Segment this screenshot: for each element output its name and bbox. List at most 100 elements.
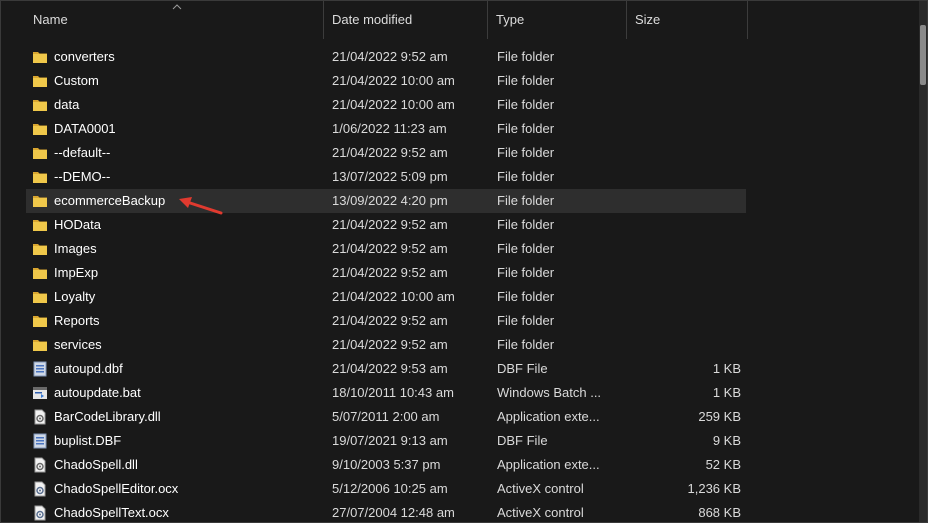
file-row[interactable]: services 21/04/2022 9:52 am File folder — [1, 333, 919, 357]
file-size — [629, 189, 741, 213]
folder-icon — [32, 217, 48, 233]
folder-icon — [32, 169, 48, 185]
file-name[interactable]: ChadoSpellEditor.ocx — [54, 477, 178, 501]
folder-icon — [32, 49, 48, 65]
folder-icon — [32, 121, 48, 137]
file-row[interactable]: ChadoSpellEditor.ocx 5/12/2006 10:25 am Ac… — [1, 477, 919, 501]
file-type: File folder — [497, 217, 555, 232]
file-name[interactable]: Images — [54, 237, 97, 261]
file-type: File folder — [497, 289, 555, 304]
file-size — [629, 309, 741, 333]
column-header-date-modified[interactable]: Date modified — [324, 1, 487, 39]
folder-icon — [32, 313, 48, 329]
file-size — [629, 261, 741, 285]
file-name[interactable]: autoupdate.bat — [54, 381, 141, 405]
file-row[interactable]: --default-- 21/04/2022 9:52 am File folder — [1, 141, 919, 165]
file-row[interactable]: ChadoSpellText.ocx 27/07/2004 12:48 am Act… — [1, 501, 919, 522]
dll-file-icon — [32, 457, 48, 473]
file-name[interactable]: --default-- — [54, 141, 110, 165]
file-type: File folder — [497, 313, 555, 328]
file-name[interactable]: Reports — [54, 309, 100, 333]
file-date-modified: 27/07/2004 12:48 am — [332, 505, 455, 520]
file-type: File folder — [497, 73, 555, 88]
scrollbar-thumb[interactable] — [920, 25, 926, 85]
file-name[interactable]: Custom — [54, 69, 99, 93]
file-name[interactable]: buplist.DBF — [54, 429, 121, 453]
column-header-bar: Name Date modified Type Size — [1, 1, 919, 39]
file-date-modified: 13/07/2022 5:09 pm — [332, 169, 448, 184]
file-type: Windows Batch ... — [497, 385, 602, 400]
file-size — [629, 213, 741, 237]
file-type: DBF File — [497, 361, 548, 376]
file-type: Application exte... — [497, 409, 600, 424]
file-row[interactable]: Loyalty 21/04/2022 10:00 am File folder — [1, 285, 919, 309]
file-type: Application exte... — [497, 457, 600, 472]
folder-icon — [32, 337, 48, 353]
dll-file-icon — [32, 409, 48, 425]
file-date-modified: 21/04/2022 9:53 am — [332, 361, 448, 376]
dbf-file-icon — [32, 361, 48, 377]
file-name[interactable]: BarCodeLibrary.dll — [54, 405, 161, 429]
file-date-modified: 21/04/2022 9:52 am — [332, 145, 448, 160]
folder-icon — [32, 193, 48, 209]
file-name[interactable]: autoupd.dbf — [54, 357, 123, 381]
file-date-modified: 19/07/2021 9:13 am — [332, 433, 448, 448]
file-row[interactable]: ImpExp 21/04/2022 9:52 am File folder — [1, 261, 919, 285]
column-header-name[interactable]: Name — [25, 1, 323, 39]
file-size: 1 KB — [712, 385, 741, 400]
file-name[interactable]: data — [54, 93, 79, 117]
file-row[interactable]: autoupdate.bat 18/10/2011 10:43 am Windows… — [1, 381, 919, 405]
file-row[interactable]: ChadoSpell.dll 9/10/2003 5:37 pm Applicati… — [1, 453, 919, 477]
file-name[interactable]: ImpExp — [54, 261, 98, 285]
file-row[interactable]: DATA0001 1/06/2022 11:23 am File folder — [1, 117, 919, 141]
file-row[interactable]: --DEMO-- 13/07/2022 5:09 pm File folder — [1, 165, 919, 189]
file-row[interactable]: autoupd.dbf 21/04/2022 9:53 am DBF File 1 K… — [1, 357, 919, 381]
file-size — [629, 165, 741, 189]
file-row[interactable]: converters 21/04/2022 9:52 am File folder — [1, 45, 919, 69]
file-date-modified: 9/10/2003 5:37 pm — [332, 457, 441, 472]
file-date-modified: 21/04/2022 10:00 am — [332, 73, 455, 88]
dbf-file-icon — [32, 433, 48, 449]
file-name[interactable]: ChadoSpellText.ocx — [54, 501, 169, 522]
file-name[interactable]: --DEMO-- — [54, 165, 110, 189]
file-size — [629, 141, 741, 165]
file-size: 52 KB — [705, 457, 741, 472]
file-date-modified: 21/04/2022 10:00 am — [332, 97, 455, 112]
file-name[interactable]: converters — [54, 45, 115, 69]
file-row[interactable]: HOData 21/04/2022 9:52 am File folder — [1, 213, 919, 237]
column-header-size[interactable]: Size — [627, 1, 747, 39]
file-row[interactable]: ecommerceBackup 13/09/2022 4:20 pm File fo… — [1, 189, 919, 213]
folder-icon — [32, 97, 48, 113]
file-row[interactable]: Reports 21/04/2022 9:52 am File folder — [1, 309, 919, 333]
folder-icon — [32, 289, 48, 305]
file-size: 868 KB — [698, 505, 741, 520]
file-type: ActiveX control — [497, 481, 584, 496]
ocx-file-icon — [32, 481, 48, 497]
file-date-modified: 18/10/2011 10:43 am — [332, 385, 454, 400]
file-name[interactable]: DATA0001 — [54, 117, 116, 141]
file-size — [629, 93, 741, 117]
file-name[interactable]: ecommerceBackup — [54, 189, 165, 213]
file-row[interactable]: BarCodeLibrary.dll 5/07/2011 2:00 am Appli… — [1, 405, 919, 429]
file-name[interactable]: Loyalty — [54, 285, 95, 309]
file-row[interactable]: buplist.DBF 19/07/2021 9:13 am DBF File 9 K… — [1, 429, 919, 453]
file-size: 259 KB — [698, 409, 741, 424]
file-date-modified: 1/06/2022 11:23 am — [332, 121, 447, 136]
batch-file-icon — [32, 385, 48, 401]
file-explorer-window: Name Date modified Type Size converters 2… — [0, 0, 928, 523]
file-row[interactable]: Images 21/04/2022 9:52 am File folder — [1, 237, 919, 261]
file-type: File folder — [497, 49, 555, 64]
file-size: 1,236 KB — [687, 481, 742, 496]
vertical-scrollbar[interactable] — [919, 1, 927, 522]
column-divider[interactable] — [747, 1, 748, 39]
file-type: File folder — [497, 193, 555, 208]
file-name[interactable]: HOData — [54, 213, 101, 237]
ocx-file-icon — [32, 505, 48, 521]
file-size — [629, 117, 741, 141]
file-row[interactable]: data 21/04/2022 10:00 am File folder — [1, 93, 919, 117]
file-date-modified: 21/04/2022 9:52 am — [332, 265, 448, 280]
column-header-type[interactable]: Type — [488, 1, 626, 39]
file-name[interactable]: services — [54, 333, 102, 357]
file-name[interactable]: ChadoSpell.dll — [54, 453, 138, 477]
file-row[interactable]: Custom 21/04/2022 10:00 am File folder — [1, 69, 919, 93]
